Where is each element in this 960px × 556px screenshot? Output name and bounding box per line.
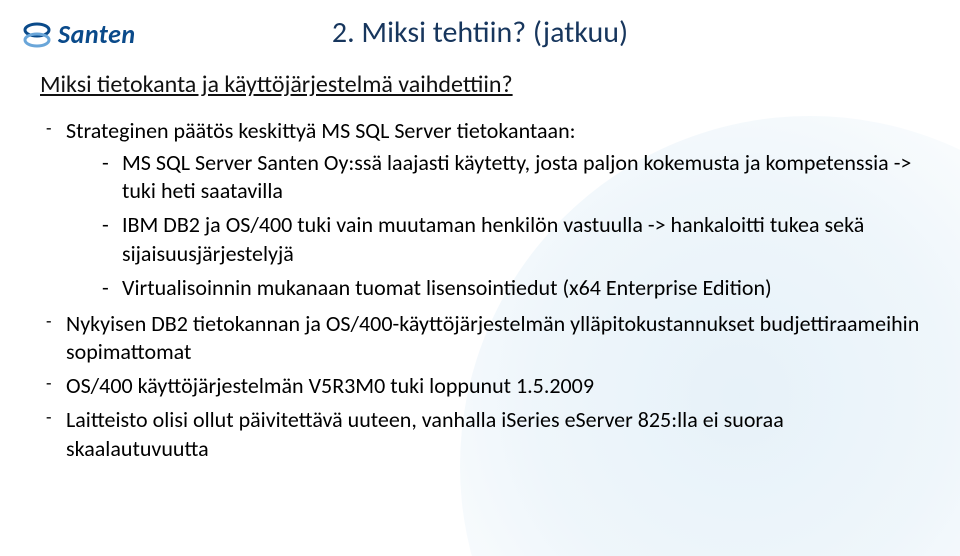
bullet-text: MS SQL Server Santen Oy:ssä laajasti käy… — [122, 149, 911, 204]
page-title: 2. Miksi tehtiin? (jatkuu) — [0, 14, 960, 51]
list-item: MS SQL Server Santen Oy:ssä laajasti käy… — [66, 149, 920, 205]
bullet-text: IBM DB2 ja OS/400 tuki vain muutaman hen… — [122, 211, 864, 266]
list-item: OS/400 käyttöjärjestelmän V5R3M0 tuki lo… — [40, 372, 920, 400]
list-item: Nykyisen DB2 tietokannan ja OS/400-käytt… — [40, 310, 920, 366]
bullet-list: Strateginen päätös keskittyä MS SQL Serv… — [40, 117, 920, 463]
bullet-text: Laitteisto olisi ollut päivitettävä uute… — [66, 406, 784, 461]
content-area: Miksi tietokanta ja käyttöjärjestelmä va… — [40, 70, 920, 469]
bullet-text: Strateginen päätös keskittyä MS SQL Serv… — [66, 117, 576, 144]
list-item: Virtualisoinnin mukanaan tuomat lisensoi… — [66, 274, 920, 302]
subheading: Miksi tietokanta ja käyttöjärjestelmä va… — [40, 70, 920, 99]
bullet-text: Virtualisoinnin mukanaan tuomat lisensoi… — [122, 274, 772, 301]
list-item: Strateginen päätös keskittyä MS SQL Serv… — [40, 117, 920, 302]
sub-list: MS SQL Server Santen Oy:ssä laajasti käy… — [66, 149, 920, 302]
bullet-text: Nykyisen DB2 tietokannan ja OS/400-käytt… — [66, 310, 919, 365]
list-item: IBM DB2 ja OS/400 tuki vain muutaman hen… — [66, 211, 920, 267]
bullet-text: OS/400 käyttöjärjestelmän V5R3M0 tuki lo… — [66, 372, 594, 399]
list-item: Laitteisto olisi ollut päivitettävä uute… — [40, 406, 920, 462]
